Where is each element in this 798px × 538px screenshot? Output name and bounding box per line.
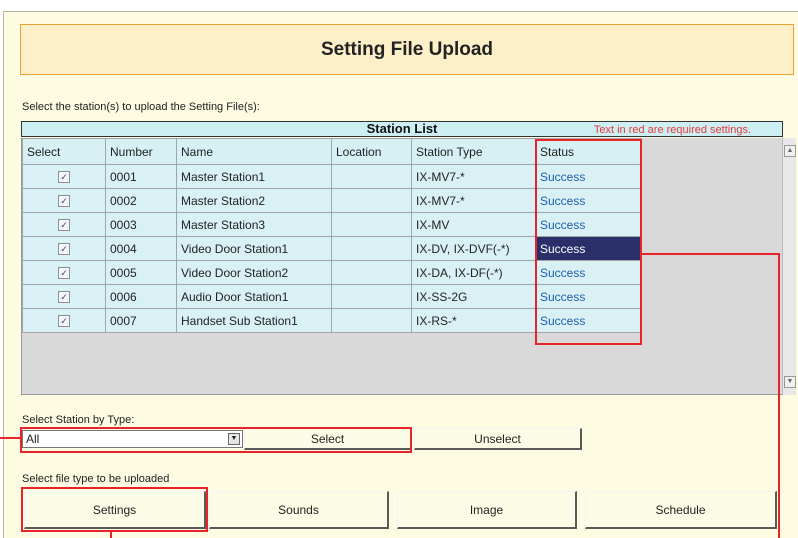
status-callout-leader: [778, 253, 780, 538]
station-name: Handset Sub Station1: [176, 308, 332, 333]
station-number: 0001: [105, 164, 177, 189]
row-select-cell: ✓: [22, 308, 106, 333]
page-title: Setting File Upload: [20, 24, 794, 75]
select-type-callout-line: [0, 437, 20, 439]
station-list-header: Station List Text in red are required se…: [21, 121, 783, 137]
column-header-number[interactable]: Number: [105, 138, 177, 165]
station-number: 0003: [105, 212, 177, 237]
row-select-cell: ✓: [22, 212, 106, 237]
station-number: 0002: [105, 188, 177, 213]
station-name: Video Door Station2: [176, 260, 332, 285]
station-location: [331, 260, 412, 285]
station-location: [331, 212, 412, 237]
arrow-up-icon[interactable]: ▲: [784, 145, 796, 157]
station-number: 0004: [105, 236, 177, 261]
column-header-select[interactable]: Select: [22, 138, 106, 165]
station-location: [331, 236, 412, 261]
station-number: 0005: [105, 260, 177, 285]
station-name: Master Station2: [176, 188, 332, 213]
column-header-name[interactable]: Name: [176, 138, 332, 165]
status-column-callout: [535, 139, 642, 345]
column-header-location[interactable]: Location: [331, 138, 412, 165]
select-checkbox[interactable]: ✓: [58, 219, 70, 232]
station-type: IX-DV, IX-DVF(-*): [411, 236, 536, 261]
station-location: [331, 308, 412, 333]
required-settings-note: Text in red are required settings.: [593, 124, 751, 136]
station-type: IX-SS-2G: [411, 284, 536, 309]
station-type: IX-MV7-*: [411, 164, 536, 189]
table-scrollbar[interactable]: ▲ ▼: [782, 138, 796, 395]
station-instruction: Select the station(s) to upload the Sett…: [22, 101, 260, 113]
row-select-cell: ✓: [22, 188, 106, 213]
select-checkbox[interactable]: ✓: [58, 315, 70, 328]
sounds-file-button[interactable]: Sounds: [209, 491, 389, 529]
station-location: [331, 188, 412, 213]
unselect-button[interactable]: Unselect: [414, 428, 582, 450]
row-select-cell: ✓: [22, 284, 106, 309]
file-type-label: Select file type to be uploaded: [22, 473, 170, 485]
station-number: 0007: [105, 308, 177, 333]
row-select-cell: ✓: [22, 236, 106, 261]
arrow-down-icon[interactable]: ▼: [784, 376, 796, 388]
station-name: Master Station1: [176, 164, 332, 189]
image-file-button[interactable]: Image: [397, 491, 577, 529]
station-type: IX-RS-*: [411, 308, 536, 333]
row-select-cell: ✓: [22, 260, 106, 285]
station-number: 0006: [105, 284, 177, 309]
select-type-callout: [20, 427, 412, 453]
select-checkbox[interactable]: ✓: [58, 267, 70, 280]
select-checkbox[interactable]: ✓: [58, 243, 70, 256]
station-type: IX-DA, IX-DF(-*): [411, 260, 536, 285]
station-type: IX-MV: [411, 212, 536, 237]
settings-button-callout: [21, 487, 208, 532]
station-location: [331, 284, 412, 309]
column-header-station-type[interactable]: Station Type: [411, 138, 536, 165]
select-checkbox[interactable]: ✓: [58, 195, 70, 208]
select-by-type-label: Select Station by Type:: [22, 414, 135, 426]
station-type: IX-MV7-*: [411, 188, 536, 213]
select-checkbox[interactable]: ✓: [58, 291, 70, 304]
station-name: Video Door Station1: [176, 236, 332, 261]
select-checkbox[interactable]: ✓: [58, 171, 70, 184]
row-select-cell: ✓: [22, 164, 106, 189]
settings-callout-leader: [110, 532, 112, 538]
station-name: Master Station3: [176, 212, 332, 237]
schedule-file-button[interactable]: Schedule: [585, 491, 777, 529]
status-callout-line: [642, 253, 780, 255]
station-name: Audio Door Station1: [176, 284, 332, 309]
station-location: [331, 164, 412, 189]
